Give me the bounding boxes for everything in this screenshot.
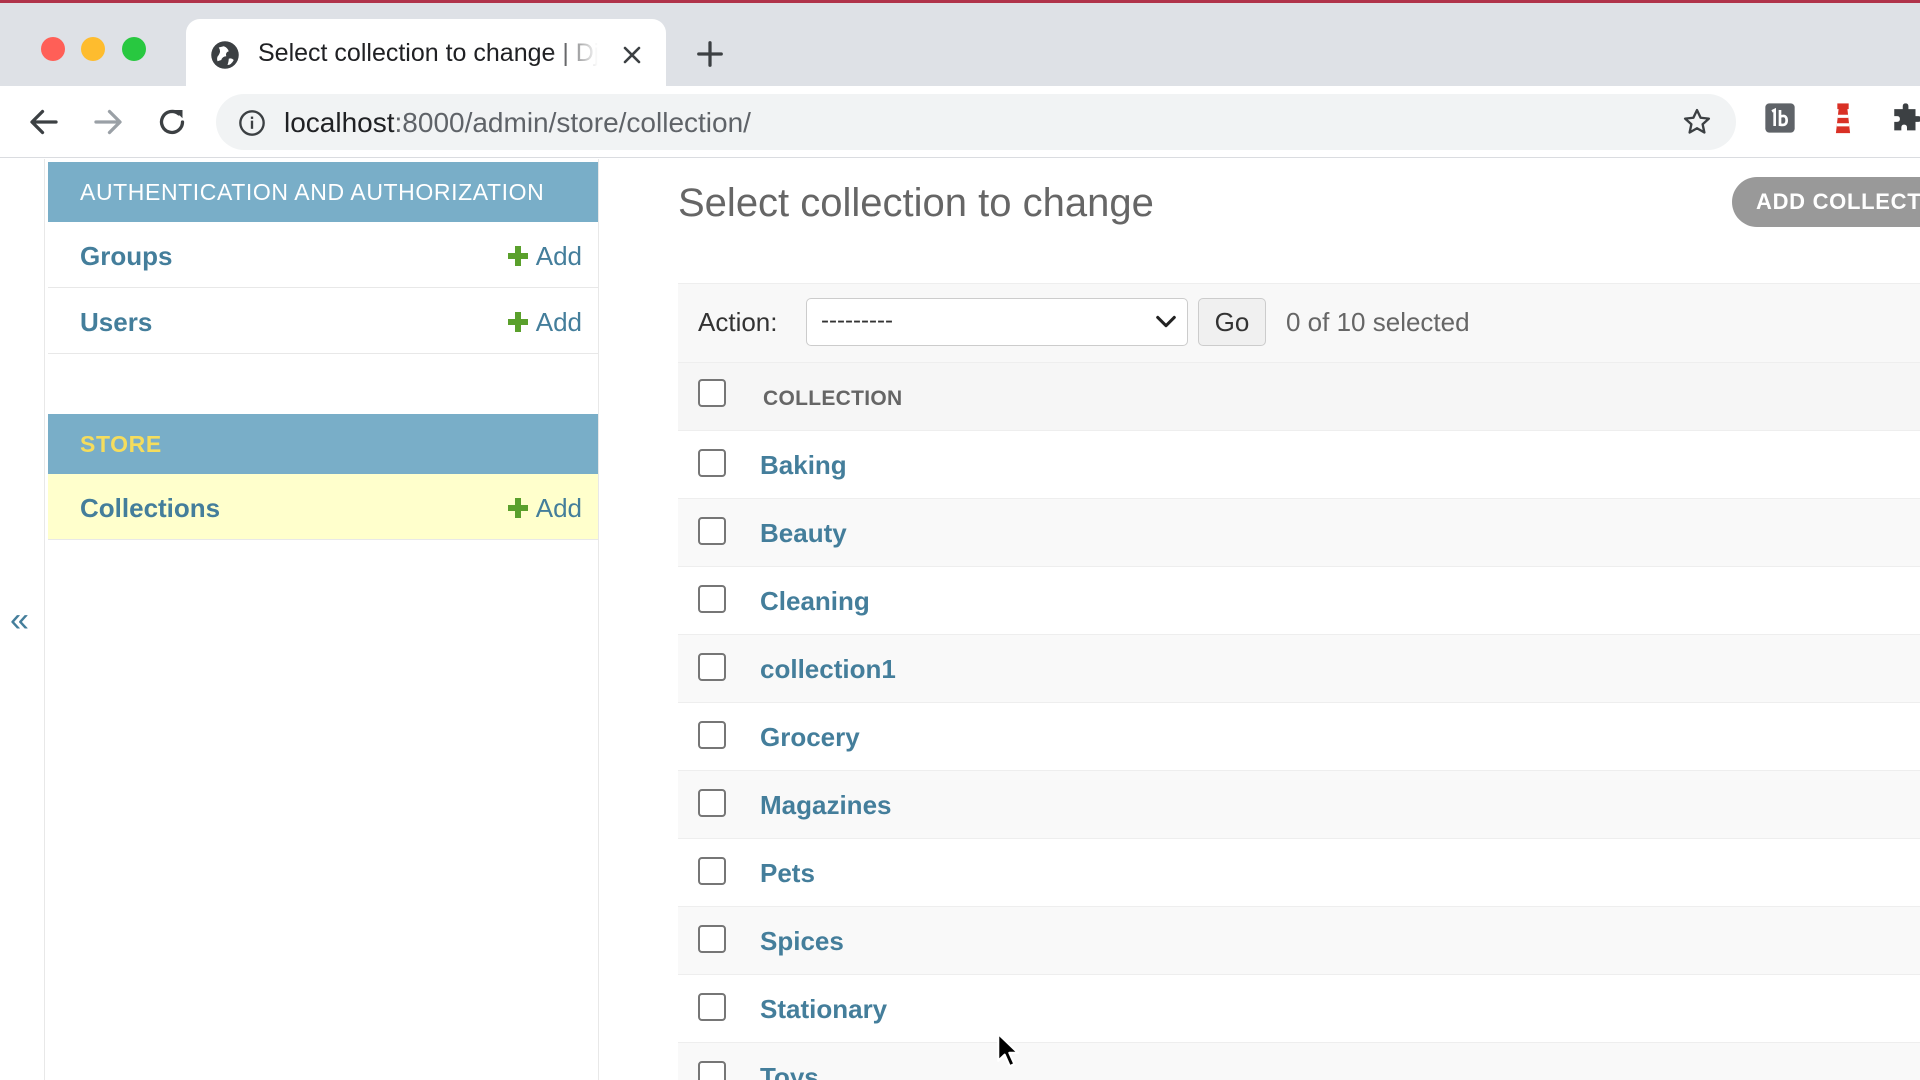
sidebar-item-collections: Collections Add [48, 474, 598, 540]
changelist-main: Select collection to change ADD COLLECTI… [678, 159, 1920, 1080]
plus-icon [507, 246, 528, 266]
collection-link[interactable]: Stationary [760, 994, 887, 1025]
table-row: Beauty [678, 499, 1920, 567]
action-select[interactable]: --------- [806, 298, 1188, 346]
row-checkbox[interactable] [698, 993, 726, 1021]
row-checkbox[interactable] [698, 653, 726, 681]
collection-link[interactable]: Grocery [760, 722, 860, 753]
browser-toolbar: localhost:8000/admin/store/collection/ [0, 86, 1920, 158]
toggle-sidebar-button[interactable]: « [0, 159, 45, 1080]
selected-count: 0 of 10 selected [1286, 307, 1470, 337]
users-link[interactable]: Users [80, 307, 152, 338]
table-header: COLLECTION [678, 363, 1920, 431]
tab-strip: Select collection to change | Django sit… [0, 3, 1920, 89]
row-checkbox[interactable] [698, 1061, 726, 1080]
row-checkbox[interactable] [698, 449, 726, 477]
table-row: Magazines [678, 771, 1920, 839]
add-label: Add [535, 241, 582, 271]
admin-content: « AUTHENTICATION AND AUTHORIZATION Group… [0, 159, 1920, 1080]
table-row: Toys [678, 1043, 1920, 1080]
sidebar-item-users: Users Add [48, 288, 598, 354]
collection-link[interactable]: Spices [760, 926, 844, 957]
plus-icon [507, 498, 528, 518]
url-text[interactable]: localhost:8000/admin/store/collection/ [284, 107, 751, 139]
actions-bar: Action: --------- Go 0 of 10 selected [678, 283, 1920, 363]
browser-window: Select collection to change | Django sit… [0, 0, 1920, 1080]
reload-icon[interactable] [154, 104, 190, 140]
plus-icon [507, 312, 528, 332]
site-info-icon[interactable] [238, 109, 266, 137]
collapse-sidebar-icon: « [10, 601, 29, 639]
new-tab-icon[interactable] [695, 39, 725, 69]
add-collection-link[interactable]: Add [507, 493, 582, 524]
back-arrow-icon[interactable] [26, 104, 62, 140]
result-list: COLLECTION Baking Beauty Cleaning collec… [678, 363, 1920, 1080]
column-header-collection[interactable]: COLLECTION [763, 387, 903, 411]
app-module-store: STORE Collections Add [48, 414, 598, 540]
action-label: Action: [698, 307, 778, 337]
table-row: Baking [678, 431, 1920, 499]
table-row: Pets [678, 839, 1920, 907]
collection-link[interactable]: Toys [760, 1062, 819, 1080]
forward-arrow-icon[interactable] [90, 104, 126, 140]
module-caption-auth[interactable]: AUTHENTICATION AND AUTHORIZATION [48, 162, 598, 222]
select-all-checkbox[interactable] [698, 379, 726, 407]
collections-link[interactable]: Collections [80, 493, 220, 524]
close-icon[interactable] [620, 43, 644, 67]
extensions-puzzle-icon[interactable] [1890, 102, 1920, 136]
nav-sidebar: AUTHENTICATION AND AUTHORIZATION Groups … [46, 159, 599, 1080]
url-host: localhost [284, 107, 395, 138]
row-checkbox[interactable] [698, 857, 726, 885]
collection-link[interactable]: Beauty [760, 518, 847, 549]
row-checkbox[interactable] [698, 925, 726, 953]
lighthouse-icon[interactable] [1828, 102, 1858, 136]
table-row: Stationary [678, 975, 1920, 1043]
address-bar[interactable]: localhost:8000/admin/store/collection/ [216, 94, 1736, 150]
add-label: Add [535, 493, 582, 523]
tab-title: Select collection to change | Django sit… [258, 39, 598, 67]
row-checkbox[interactable] [698, 789, 726, 817]
sidebar-item-groups: Groups Add [48, 222, 598, 288]
zoom-window-button[interactable] [122, 37, 146, 61]
table-row: Spices [678, 907, 1920, 975]
row-checkbox[interactable] [698, 517, 726, 545]
table-row: collection1 [678, 635, 1920, 703]
page-title: Select collection to change [678, 181, 1154, 225]
groups-link[interactable]: Groups [80, 241, 172, 272]
add-group-link[interactable]: Add [507, 241, 582, 272]
row-checkbox[interactable] [698, 585, 726, 613]
bookmark-star-icon[interactable] [1682, 107, 1712, 137]
collection-link[interactable]: Baking [760, 450, 847, 481]
collection-link[interactable]: collection1 [760, 654, 896, 685]
chevron-down-icon [1156, 315, 1176, 328]
extension-1b-icon[interactable] [1764, 102, 1796, 134]
module-caption-store[interactable]: STORE [48, 414, 598, 474]
app-module-auth: AUTHENTICATION AND AUTHORIZATION Groups … [48, 162, 598, 354]
table-row: Grocery [678, 703, 1920, 771]
action-select-value: --------- [821, 307, 893, 334]
mouse-cursor-icon [997, 1032, 1020, 1068]
close-window-button[interactable] [41, 37, 65, 61]
collection-link[interactable]: Magazines [760, 790, 892, 821]
table-row: Cleaning [678, 567, 1920, 635]
globe-icon [211, 41, 239, 69]
add-user-link[interactable]: Add [507, 307, 582, 338]
browser-tab-active[interactable]: Select collection to change | Django sit… [186, 19, 666, 89]
minimize-window-button[interactable] [81, 37, 105, 61]
go-button[interactable]: Go [1198, 298, 1266, 346]
add-collection-button[interactable]: ADD COLLECTION [1732, 177, 1920, 227]
url-path: :8000/admin/store/collection/ [394, 107, 751, 138]
add-label: Add [535, 307, 582, 337]
collection-link[interactable]: Pets [760, 858, 815, 889]
collection-link[interactable]: Cleaning [760, 586, 870, 617]
row-checkbox[interactable] [698, 721, 726, 749]
